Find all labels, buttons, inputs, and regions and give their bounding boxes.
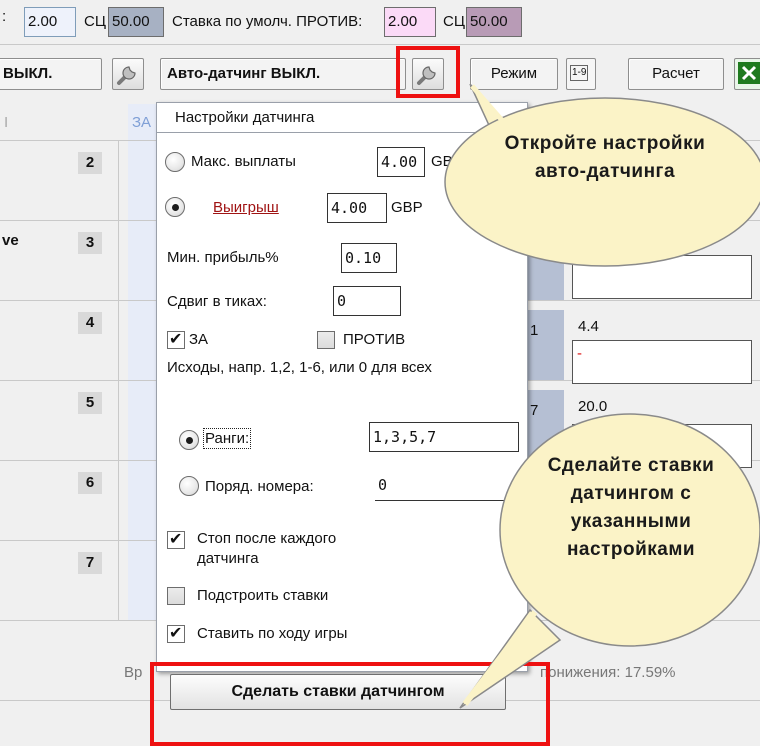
callout-make-bets-text: Сделайте ставки датчингом с указанными н… <box>547 455 715 560</box>
callout-open-settings-text: Откройте настройки авто-датчинга <box>504 133 706 182</box>
callout-bubbles-layer <box>444 83 760 709</box>
